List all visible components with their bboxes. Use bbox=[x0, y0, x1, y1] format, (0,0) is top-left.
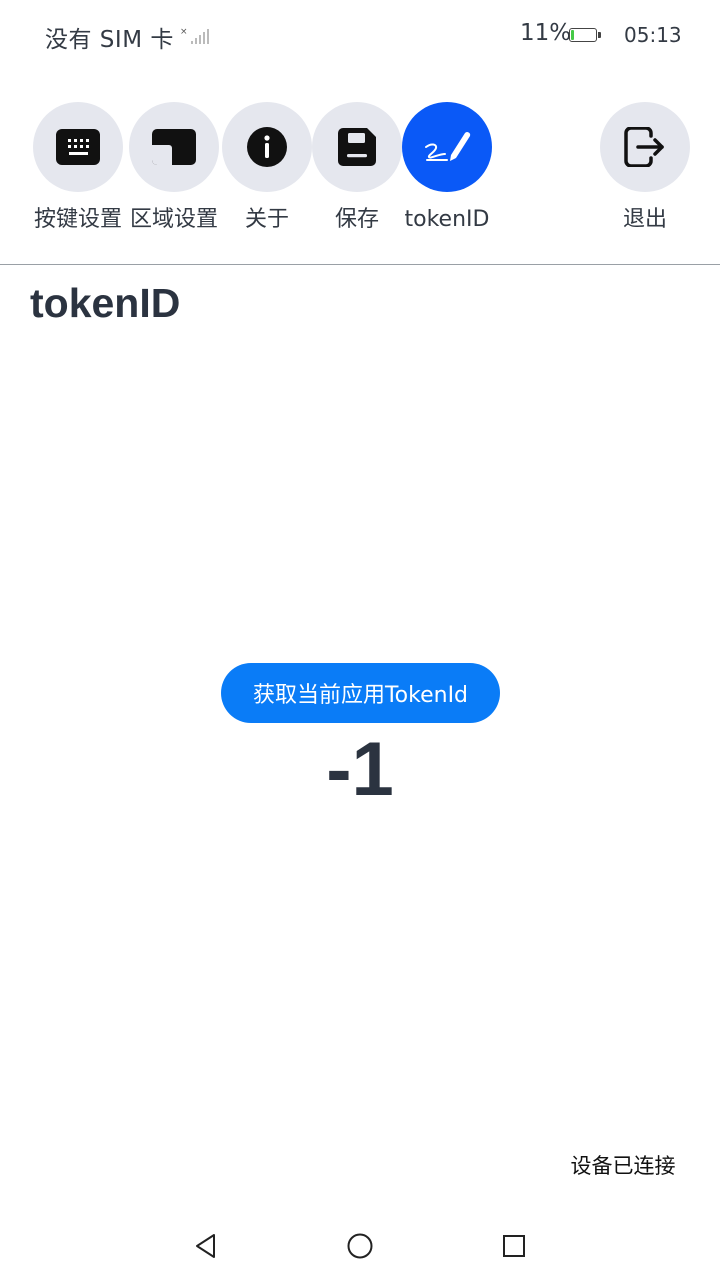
info-icon bbox=[247, 127, 287, 167]
signature-pen-icon bbox=[425, 132, 471, 161]
battery-icon bbox=[569, 28, 601, 42]
about-button[interactable] bbox=[222, 102, 312, 192]
exit-button[interactable] bbox=[600, 102, 690, 192]
tokenid-button[interactable] bbox=[402, 102, 492, 192]
toolbar-item-exit[interactable]: 退出 bbox=[600, 102, 690, 234]
home-circle-icon bbox=[347, 1233, 373, 1259]
save-icon bbox=[338, 128, 376, 166]
no-signal-icon: × bbox=[180, 27, 209, 44]
about-label: 关于 bbox=[244, 207, 289, 232]
connection-status: 设备已连接 bbox=[570, 1154, 676, 1178]
svg-text:×: × bbox=[180, 27, 188, 37]
toolbar-item-tokenid[interactable]: tokenID bbox=[402, 102, 492, 234]
get-token-id-button[interactable]: 获取当前应用TokenId bbox=[221, 663, 500, 723]
tokenid-label: tokenID bbox=[404, 207, 490, 232]
exit-icon bbox=[624, 127, 664, 167]
back-triangle-icon bbox=[196, 1234, 215, 1258]
home-button[interactable] bbox=[342, 1228, 378, 1264]
clock: 05:13 bbox=[624, 23, 682, 47]
token-id-value: -1 bbox=[326, 727, 394, 812]
key-settings-button[interactable] bbox=[33, 102, 123, 192]
recents-square-icon bbox=[503, 1235, 525, 1257]
region-settings-label: 区域设置 bbox=[129, 207, 218, 232]
region-icon bbox=[152, 129, 196, 165]
save-button[interactable] bbox=[312, 102, 402, 192]
navigation-bar bbox=[0, 1210, 720, 1280]
region-settings-button[interactable] bbox=[129, 102, 219, 192]
save-label: 保存 bbox=[334, 207, 379, 232]
page-title: tokenID bbox=[30, 280, 181, 326]
status-bar: 没有 SIM 卡 × 11% 05:13 bbox=[0, 0, 720, 72]
carrier-label: 没有 SIM 卡 bbox=[45, 27, 174, 53]
toolbar-item-about[interactable]: 关于 bbox=[222, 102, 312, 234]
toolbar-item-save[interactable]: 保存 bbox=[312, 102, 402, 234]
toolbar-divider bbox=[0, 264, 720, 265]
back-button[interactable] bbox=[188, 1228, 224, 1264]
recents-button[interactable] bbox=[496, 1228, 532, 1264]
screen: 没有 SIM 卡 × 11% 05:13 按键设置 区域设置 关于 保存 tok… bbox=[0, 0, 720, 1280]
keyboard-icon bbox=[56, 129, 100, 165]
toolbar-item-region-settings[interactable]: 区域设置 bbox=[129, 102, 219, 234]
key-settings-label: 按键设置 bbox=[33, 207, 122, 232]
toolbar: 按键设置 区域设置 关于 保存 tokenID 退出 bbox=[0, 100, 720, 264]
battery-percent: 11% bbox=[520, 20, 572, 46]
exit-label: 退出 bbox=[622, 207, 667, 232]
toolbar-item-key-settings[interactable]: 按键设置 bbox=[33, 102, 123, 234]
battery-level-fill bbox=[571, 30, 574, 40]
